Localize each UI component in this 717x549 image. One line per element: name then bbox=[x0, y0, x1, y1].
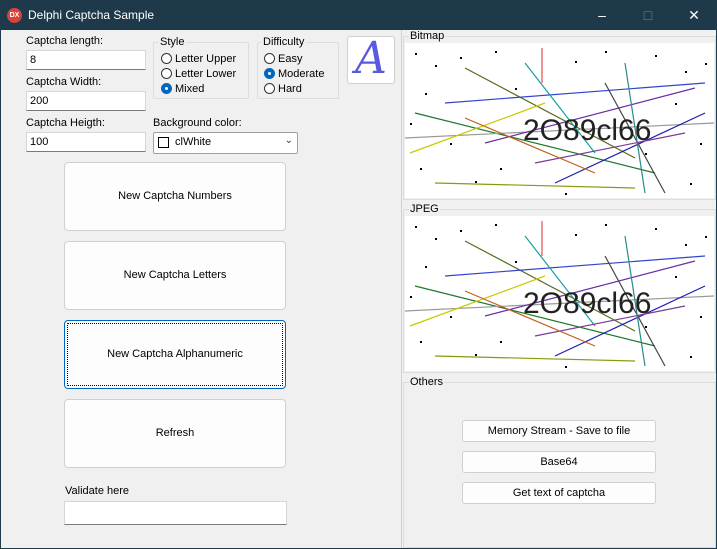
validate-input[interactable] bbox=[64, 501, 287, 525]
color-swatch bbox=[158, 137, 169, 148]
background-color-label: Background color: bbox=[153, 117, 242, 129]
radio-label: Moderate bbox=[278, 68, 325, 80]
chevron-down-icon: ⌄ bbox=[284, 135, 293, 146]
style-letter-upper-radio[interactable]: Letter Upper bbox=[161, 52, 236, 66]
captcha-width-input[interactable]: 200 bbox=[26, 91, 146, 111]
difficulty-moderate-radio[interactable]: Moderate bbox=[264, 67, 324, 81]
captcha-height-label: Captcha Heigth: bbox=[26, 117, 105, 129]
radio-label: Hard bbox=[278, 83, 302, 95]
style-letter-lower-radio[interactable]: Letter Lower bbox=[161, 67, 236, 81]
difficulty-easy-radio[interactable]: Easy bbox=[264, 52, 302, 66]
bitmap-panel-title: Bitmap bbox=[409, 30, 446, 42]
maximize-button[interactable]: □ bbox=[625, 1, 671, 30]
captcha-length-label: Captcha length: bbox=[26, 35, 104, 47]
background-color-value: clWhite bbox=[175, 136, 212, 148]
minimize-button[interactable]: – bbox=[579, 1, 625, 30]
new-captcha-numbers-button[interactable]: New Captcha Numbers bbox=[64, 162, 286, 231]
radio-label: Letter Upper bbox=[175, 53, 237, 65]
difficulty-group-title: Difficulty bbox=[261, 36, 307, 48]
window-title: Delphi Captcha Sample bbox=[28, 8, 155, 22]
captcha-height-input[interactable]: 100 bbox=[26, 132, 146, 152]
radio-selected-icon bbox=[161, 83, 172, 94]
captcha-text: 2O89cl66 bbox=[523, 114, 651, 147]
jpeg-panel-title: JPEG bbox=[409, 203, 440, 215]
font-button[interactable]: A bbox=[347, 33, 395, 84]
captcha-text: 2O89cl66 bbox=[523, 287, 651, 320]
jpeg-captcha-image: 2O89cl66 bbox=[405, 216, 714, 371]
style-mixed-radio[interactable]: Mixed bbox=[161, 82, 204, 96]
get-captcha-text-button[interactable]: Get text of captcha bbox=[462, 482, 656, 504]
refresh-button[interactable]: Refresh bbox=[64, 399, 286, 468]
memory-stream-save-button[interactable]: Memory Stream - Save to file bbox=[462, 420, 656, 442]
maximize-icon: □ bbox=[643, 7, 653, 23]
close-icon: ✕ bbox=[688, 7, 700, 23]
title-bar[interactable]: DX Delphi Captcha Sample – □ ✕ bbox=[1, 1, 716, 30]
captcha-length-input[interactable]: 8 bbox=[26, 50, 146, 70]
radio-label: Letter Lower bbox=[175, 68, 237, 80]
captcha-width-label: Captcha Width: bbox=[26, 76, 102, 88]
validate-label: Validate here bbox=[65, 485, 130, 497]
panel-divider bbox=[401, 30, 402, 548]
minimize-icon: – bbox=[598, 7, 606, 23]
radio-label: Mixed bbox=[175, 83, 205, 95]
style-group-title: Style bbox=[158, 36, 187, 48]
close-button[interactable]: ✕ bbox=[671, 1, 717, 30]
app-icon: DX bbox=[7, 8, 22, 23]
captcha-noise-graphic: 2O89cl66 bbox=[405, 221, 714, 368]
radio-icon bbox=[161, 53, 172, 64]
new-captcha-alphanumeric-button[interactable]: New Captcha Alphanumeric bbox=[64, 320, 286, 389]
bitmap-captcha-image: 2O89cl66 bbox=[405, 43, 714, 198]
font-glyph: A bbox=[355, 33, 387, 84]
radio-label: Easy bbox=[278, 53, 303, 65]
base64-button[interactable]: Base64 bbox=[462, 451, 656, 473]
radio-icon bbox=[264, 83, 275, 94]
difficulty-hard-radio[interactable]: Hard bbox=[264, 82, 302, 96]
background-color-select[interactable]: clWhite ⌄ bbox=[153, 132, 298, 154]
others-panel-title: Others bbox=[409, 376, 445, 388]
radio-icon bbox=[161, 68, 172, 79]
radio-icon bbox=[264, 53, 275, 64]
radio-selected-icon bbox=[264, 68, 275, 79]
main-window: DX Delphi Captcha Sample – □ ✕ Captcha l… bbox=[0, 0, 717, 549]
captcha-noise-graphic: 2O89cl66 bbox=[405, 48, 714, 195]
new-captcha-letters-button[interactable]: New Captcha Letters bbox=[64, 241, 286, 310]
